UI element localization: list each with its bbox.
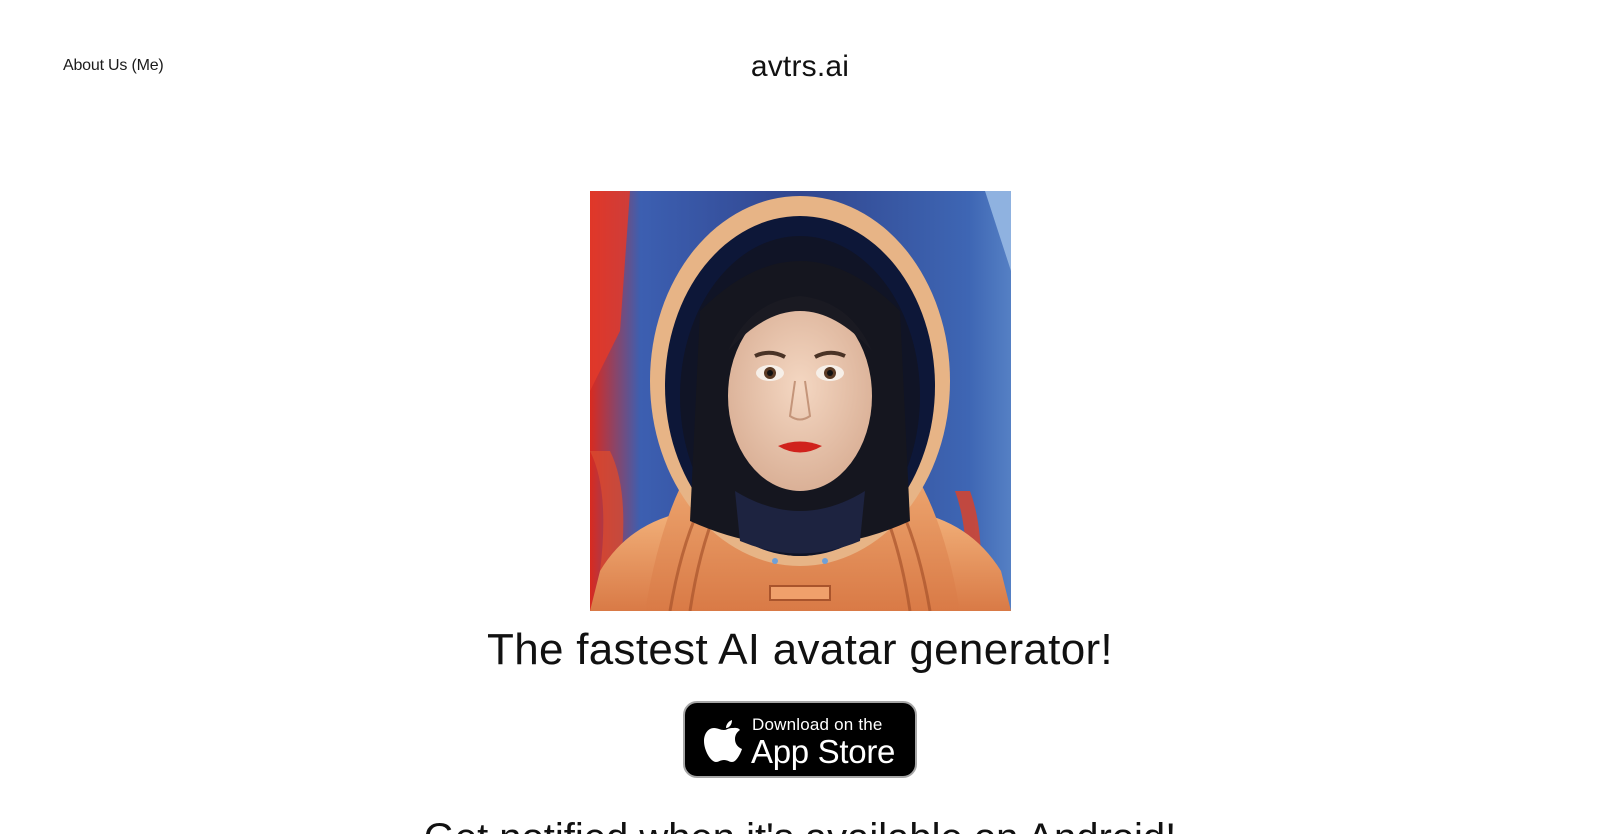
app-store-small-text: Download on the — [752, 715, 883, 734]
app-store-big-text: App Store — [751, 733, 896, 770]
site-title: avtrs.ai — [750, 50, 850, 83]
headline: The fastest AI avatar generator! — [487, 625, 1113, 674]
page: About Us (Me) avtrs.ai The fastest AI av… — [0, 0, 1600, 834]
hero-avatar-image — [590, 191, 1011, 611]
android-notify-heading: Get notified when it's available on Andr… — [0, 816, 1600, 834]
apple-logo-icon — [704, 720, 742, 762]
app-store-download-button[interactable]: Download on the App Store — [683, 701, 917, 778]
